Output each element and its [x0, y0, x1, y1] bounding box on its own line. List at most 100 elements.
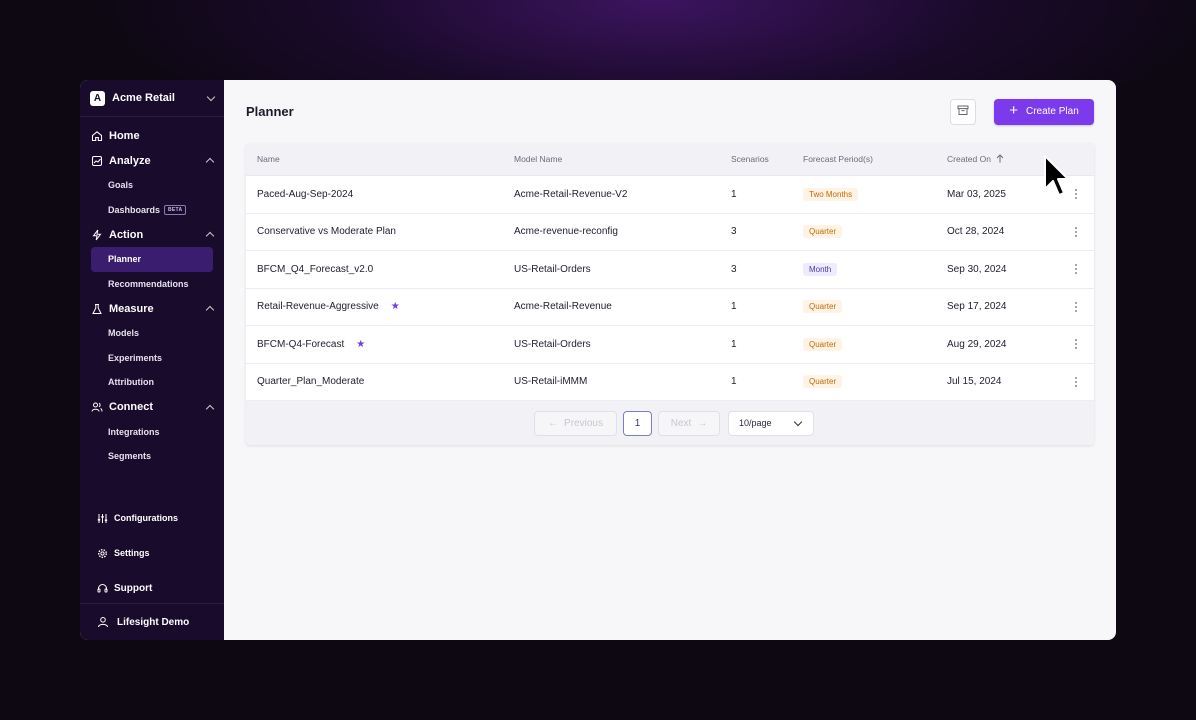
model-name: US-Retail-Orders	[514, 338, 591, 350]
more-options-icon[interactable]	[1074, 226, 1077, 237]
sidebar-item-label: Support	[114, 582, 153, 594]
org-logo: A	[90, 90, 105, 106]
more-options-icon[interactable]	[1074, 264, 1077, 275]
sidebar-item-attribution[interactable]: Attribution	[91, 370, 213, 395]
arrow-right-icon: →	[697, 417, 708, 429]
sidebar-item-label: Dashboards	[108, 204, 161, 215]
sidebar-item-integrations[interactable]: Integrations	[91, 420, 213, 445]
plan-name[interactable]: BFCM-Q4-Forecast	[257, 339, 344, 350]
created-date: Oct 28, 2024	[947, 226, 1005, 238]
create-plan-label: Create Plan	[1025, 106, 1079, 117]
plan-name[interactable]: Conservative vs Moderate Plan	[257, 226, 396, 237]
sidebar-section-action[interactable]: Action	[80, 222, 224, 247]
org-switcher[interactable]: A Acme Retail	[80, 80, 224, 117]
created-date: Sep 17, 2024	[947, 301, 1007, 313]
period-badge: Quarter	[803, 300, 843, 314]
star-icon[interactable]: ★	[391, 301, 400, 312]
plans-table: Name Model Name Scenarios Forecast Perio…	[246, 143, 1094, 445]
scenario-count: 1	[731, 338, 737, 350]
chevron-up-icon	[205, 157, 215, 167]
user-name: Lifesight Demo	[117, 616, 190, 628]
user-icon	[97, 616, 109, 628]
sidebar-section-analyze[interactable]: Analyze	[80, 148, 224, 173]
scenario-count: 1	[731, 376, 737, 388]
sidebar-item-settings[interactable]: Settings	[80, 543, 224, 563]
star-icon[interactable]: ★	[356, 339, 365, 350]
model-name: Acme-Retail-Revenue-V2	[514, 188, 628, 200]
mouse-cursor-icon	[1044, 155, 1069, 196]
plan-name[interactable]: Quarter_Plan_Moderate	[257, 376, 364, 387]
user-profile[interactable]: Lifesight Demo	[80, 603, 224, 640]
lightning-icon	[91, 229, 103, 241]
plus-icon: +	[1009, 102, 1018, 119]
page-title: Planner	[246, 104, 294, 119]
sidebar: A Acme Retail Home Analyze Goals Dashboa…	[80, 80, 224, 640]
archive-icon	[957, 103, 969, 121]
sidebar-item-segments[interactable]: Segments	[91, 444, 213, 469]
sidebar-item-label: Settings	[114, 548, 150, 558]
model-name: US-Retail-Orders	[514, 263, 591, 275]
sidebar-section-connect[interactable]: Connect	[80, 395, 224, 420]
model-name: US-Retail-iMMM	[514, 376, 588, 388]
sidebar-item-experiments[interactable]: Experiments	[91, 346, 213, 371]
arrow-left-icon: ←	[548, 417, 559, 429]
sidebar-item-recommendations[interactable]: Recommendations	[91, 272, 213, 297]
period-badge: Quarter	[803, 337, 843, 351]
period-badge: Quarter	[803, 375, 843, 389]
more-options-icon[interactable]	[1074, 189, 1077, 200]
sidebar-item-dashboards[interactable]: Dashboards BETA	[91, 198, 213, 223]
more-options-icon[interactable]	[1074, 376, 1077, 387]
archive-button[interactable]	[950, 98, 976, 125]
chevron-up-icon	[205, 231, 215, 241]
main-content: Planner + Create Plan Name Model Name Sc…	[224, 80, 1116, 640]
table-row[interactable]: BFCM-Q4-Forecast ★ US-Retail-Orders 1 Qua…	[246, 326, 1094, 364]
table-header: Name Model Name Scenarios Forecast Perio…	[246, 143, 1094, 176]
scenario-count: 1	[731, 301, 737, 313]
column-header-model[interactable]: Model Name	[514, 154, 731, 164]
app-window: A Acme Retail Home Analyze Goals Dashboa…	[80, 80, 1116, 640]
scenario-count: 3	[731, 226, 737, 238]
sidebar-section-measure[interactable]: Measure	[80, 296, 224, 321]
sidebar-item-configurations[interactable]: Configurations	[80, 508, 224, 528]
table-row[interactable]: BFCM_Q4_Forecast_v2.0 US-Retail-Orders 3…	[246, 251, 1094, 289]
sidebar-item-support[interactable]: Support	[80, 578, 224, 598]
more-options-icon[interactable]	[1074, 301, 1077, 312]
plan-name[interactable]: Retail-Revenue-Aggressive	[257, 301, 379, 312]
table-row[interactable]: Conservative vs Moderate Plan Acme-reven…	[246, 213, 1094, 251]
pagination: ← Previous 1 Next → 10/page	[246, 401, 1094, 445]
create-plan-button[interactable]: + Create Plan	[994, 98, 1094, 125]
column-header-scenarios[interactable]: Scenarios	[731, 154, 803, 164]
page-header: Planner + Create Plan	[246, 80, 1094, 143]
sidebar-section-label: Measure	[109, 302, 154, 315]
column-header-label: Created On	[947, 154, 991, 164]
sidebar-item-label: Home	[109, 129, 140, 142]
sidebar-item-models[interactable]: Models	[91, 321, 213, 346]
more-options-icon[interactable]	[1074, 339, 1077, 350]
sidebar-item-planner[interactable]: Planner	[91, 247, 213, 272]
period-badge: Two Months	[803, 187, 859, 201]
page-size-select[interactable]: 10/page	[728, 410, 814, 436]
created-date: Mar 03, 2025	[947, 188, 1006, 200]
previous-page-button[interactable]: ← Previous	[534, 410, 617, 436]
table-row[interactable]: Quarter_Plan_Moderate US-Retail-iMMM 1 Q…	[246, 363, 1094, 401]
column-header-period[interactable]: Forecast Period(s)	[803, 154, 947, 164]
column-header-created[interactable]: Created On	[947, 153, 1057, 165]
plan-name[interactable]: BFCM_Q4_Forecast_v2.0	[257, 264, 373, 275]
sidebar-nav: Home Analyze Goals Dashboards BETA Actio…	[80, 117, 224, 469]
users-icon	[91, 401, 103, 413]
analyze-icon	[91, 155, 103, 167]
table-row[interactable]: Retail-Revenue-Aggressive ★ Acme-Retail-R…	[246, 288, 1094, 326]
sidebar-item-home[interactable]: Home	[80, 123, 224, 148]
next-page-button[interactable]: Next →	[658, 410, 720, 436]
chevron-down-icon	[793, 417, 803, 426]
plan-name[interactable]: Paced-Aug-Sep-2024	[257, 189, 353, 200]
chevron-up-icon	[205, 305, 215, 315]
sidebar-item-goals[interactable]: Goals	[91, 173, 213, 198]
previous-label: Previous	[564, 417, 603, 429]
model-name: Acme-revenue-reconfig	[514, 226, 618, 238]
period-badge: Month	[803, 262, 838, 276]
page-number-button[interactable]: 1	[623, 410, 652, 436]
table-row[interactable]: Paced-Aug-Sep-2024 Acme-Retail-Revenue-V…	[246, 176, 1094, 214]
period-badge: Quarter	[803, 225, 843, 239]
column-header-name[interactable]: Name	[246, 154, 514, 164]
